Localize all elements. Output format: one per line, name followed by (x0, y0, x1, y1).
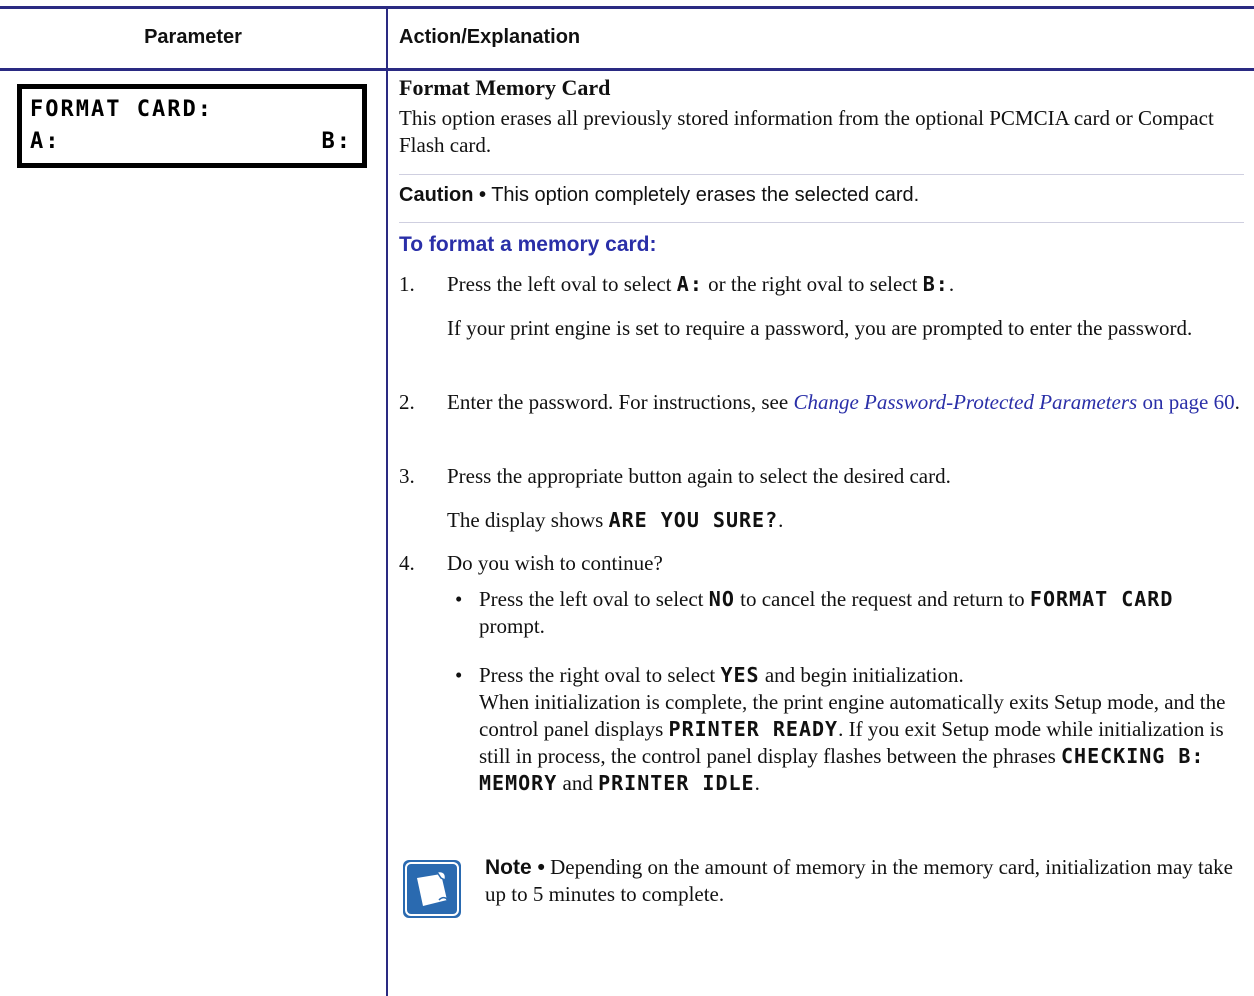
display-code: B: (922, 272, 949, 296)
text-run: . (948, 272, 955, 296)
parameter-table: Parameter Action/Explanation FORMAT CARD… (0, 0, 1254, 996)
link-title: Change Password-Protected Parameters (793, 390, 1138, 414)
section-title: Format Memory Card (399, 75, 611, 100)
text-run: The display shows (447, 508, 609, 532)
lcd-line-1: FORMAT CARD: (30, 97, 213, 122)
text-run: Press the right oval to select (479, 663, 721, 687)
text-run: to cancel the request and return to (734, 587, 1030, 611)
link-page: on page 60 (1137, 390, 1235, 414)
text-run: or the right oval to select (702, 272, 923, 296)
header-action: Action/Explanation (399, 26, 581, 48)
step-text: Do you wish to continue? (447, 551, 663, 575)
text-run: Press the left oval to select (447, 272, 677, 296)
note-icon-graphic (405, 862, 459, 916)
step-text: Press the appropriate button again to se… (447, 464, 951, 488)
lcd-display: FORMAT CARD: A: B: (17, 84, 367, 168)
text-run: and begin initialization. (759, 663, 964, 687)
text-run: . (778, 508, 784, 532)
bullet-icon: • (455, 587, 463, 611)
note-icon (403, 860, 461, 918)
step-text: Press the left oval to select A: or the … (447, 271, 1242, 298)
step-number: 1. (399, 272, 415, 296)
note-label: Note • (485, 856, 545, 879)
caution: Caution • This option completely erases … (399, 182, 919, 209)
text-run: Press the left oval to select (479, 587, 709, 611)
display-code: FORMAT CARD (1029, 587, 1174, 611)
divider (399, 174, 1244, 175)
step-number: 3. (399, 464, 415, 488)
display-code: YES (720, 663, 760, 687)
display-code: PRINTER IDLE (598, 771, 755, 795)
text-run: . (754, 771, 760, 795)
note-body: Depending on the amount of memory in the… (485, 855, 1233, 906)
step-text: The display shows ARE YOU SURE?. (447, 507, 1242, 534)
section-intro: This option erases all previously stored… (399, 106, 1214, 157)
lcd-line-2-right: B: (321, 129, 352, 154)
note-text: Note • Depending on the amount of memory… (485, 854, 1240, 908)
step-text: If your print engine is set to require a… (447, 316, 1193, 340)
step-number: 4. (399, 551, 415, 575)
text-run: Enter the password. For instructions, se… (447, 390, 794, 414)
text-run: prompt. (479, 614, 545, 638)
header-parameter: Parameter (144, 26, 242, 48)
divider (399, 222, 1244, 223)
column-separator (386, 6, 388, 996)
caution-label: Caution • (399, 184, 486, 206)
step-text: Enter the password. For instructions, se… (447, 389, 1242, 416)
cross-reference-link[interactable]: Change Password-Protected Parameters on … (793, 390, 1234, 414)
procedure-title: To format a memory card: (399, 233, 657, 256)
caution-text: This option completely erases the select… (486, 184, 920, 206)
bullet-2-text: Press the right oval to select YES and b… (479, 662, 1244, 797)
header-rule (0, 68, 1254, 71)
display-code: A: (676, 272, 703, 296)
text-run: and (557, 771, 599, 795)
display-code: ARE YOU SURE? (608, 508, 779, 532)
step-number: 2. (399, 390, 415, 414)
display-code: NO (708, 587, 735, 611)
text-run: . (1234, 390, 1240, 414)
display-code: PRINTER READY (668, 717, 839, 741)
bullet-icon: • (455, 663, 463, 687)
bullet-1-text: Press the left oval to select NO to canc… (479, 586, 1244, 640)
lcd-line-2-left: A: (30, 129, 61, 154)
